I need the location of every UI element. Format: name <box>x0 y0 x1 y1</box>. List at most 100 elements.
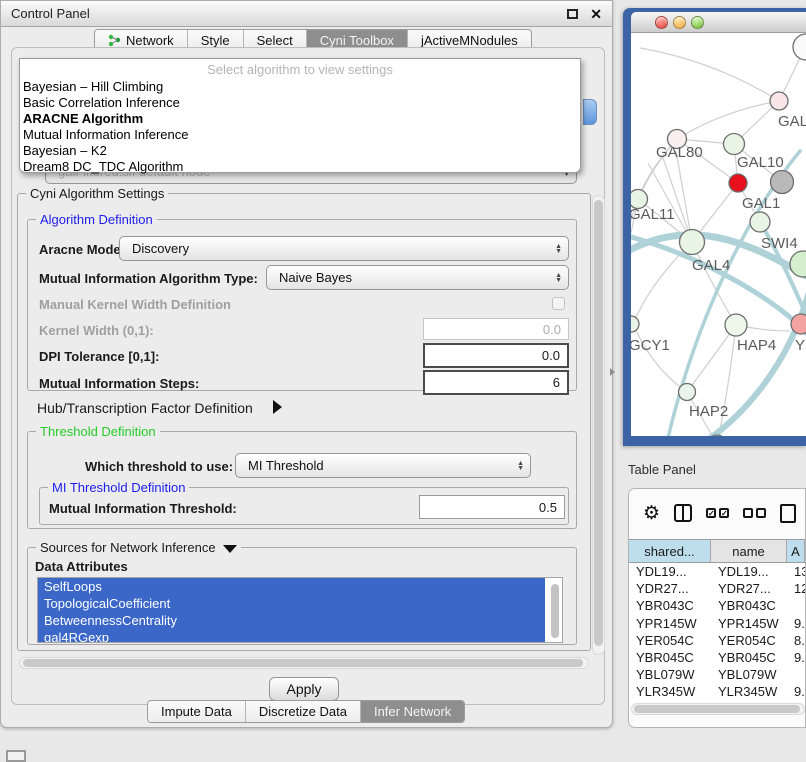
network-icon <box>108 34 121 47</box>
network-view-window[interactable]: GAL GAL80 GAL10 GAL1 GAL11 SWI4 GAL4 GCY… <box>623 8 806 446</box>
mi-steps-field[interactable]: 6 <box>423 370 569 395</box>
document-icon[interactable] <box>780 504 796 523</box>
combo-stepper-icon: ▲▼ <box>555 273 562 283</box>
dropdown-item-aracne[interactable]: ARACNE Algorithm <box>20 111 580 127</box>
control-panel-title: Control Panel <box>11 6 90 21</box>
hub-definition-label[interactable]: Hub/Transcription Factor Definition <box>37 400 253 416</box>
node-swi4[interactable] <box>750 212 770 232</box>
node-gcy1[interactable] <box>631 316 639 332</box>
data-attributes-list[interactable]: SelfLoops TopologicalCoefficient Between… <box>37 577 563 643</box>
hidden-combo-stepper <box>583 99 597 125</box>
dropdown-item-bayesian-k2[interactable]: Bayesian – K2 <box>20 143 580 159</box>
checked-pair-icon[interactable]: ✓✓ <box>706 508 729 518</box>
node-gal1-selected[interactable] <box>729 174 747 192</box>
network-canvas[interactable]: GAL GAL80 GAL10 GAL1 GAL11 SWI4 GAL4 GCY… <box>631 33 806 436</box>
tab-infer-network[interactable]: Infer Network <box>361 701 464 722</box>
which-threshold-label: Which threshold to use: <box>85 459 233 474</box>
node-label-swi4: SWI4 <box>761 235 798 252</box>
dropdown-item-bayesian-hill-climbing[interactable]: Bayesian – Hill Climbing <box>20 79 580 95</box>
node-gal4[interactable] <box>680 230 705 255</box>
node-hap2[interactable] <box>679 384 696 401</box>
gear-icon[interactable]: ⚙ <box>643 502 660 525</box>
node-gray[interactable] <box>771 171 794 194</box>
node[interactable] <box>793 34 806 60</box>
column-header-shared[interactable]: shared... <box>629 540 711 562</box>
table-row[interactable]: YLR345W YLR345W 9. <box>629 683 805 700</box>
cell <box>787 666 805 683</box>
tab-discretize-data[interactable]: Discretize Data <box>246 701 361 722</box>
close-icon[interactable]: ✕ <box>590 9 602 19</box>
sources-collapse-arrow-icon[interactable] <box>223 545 237 553</box>
mi-type-combobox[interactable]: Naive Bayes ▲▼ <box>266 265 569 290</box>
settings-hscroll-thumb[interactable] <box>23 659 583 667</box>
column-header-clipped[interactable]: A <box>787 540 805 562</box>
zoom-traffic-light-icon[interactable] <box>691 16 704 29</box>
cell: YBR043C <box>629 597 711 614</box>
dropdown-item-mutual-information[interactable]: Mutual Information Inference <box>20 127 580 143</box>
cell: YLR345W <box>629 683 711 700</box>
table-row[interactable]: YBR043C YBR043C <box>629 597 805 614</box>
node[interactable] <box>770 92 788 110</box>
minimized-panel-button[interactable] <box>6 750 26 762</box>
table-row[interactable]: YBR045C YBR045C 9. <box>629 649 805 666</box>
table-panel: ⚙ ✓✓ shared... name A YDL19... YDL19... … <box>628 488 806 728</box>
manual-kernel-checkbox[interactable] <box>552 297 565 310</box>
hub-expand-arrow-icon[interactable] <box>273 400 282 414</box>
table-row[interactable]: YBL079W YBL079W <box>629 666 805 683</box>
splitter-handle-icon[interactable] <box>610 368 615 376</box>
close-traffic-light-icon[interactable] <box>655 16 668 29</box>
mi-threshold-label: Mutual Information Threshold: <box>49 501 237 516</box>
dropdown-item-dream8[interactable]: Dream8 DC_TDC Algorithm <box>20 159 580 175</box>
settings-vscroll-thumb[interactable] <box>594 200 603 646</box>
network-graph: GAL GAL80 GAL10 GAL1 GAL11 SWI4 GAL4 GCY… <box>631 33 806 436</box>
aracne-mode-combobox[interactable]: Discovery ▲▼ <box>119 236 569 261</box>
algorithm-dropdown-list: Select algorithm to view settings Bayesi… <box>19 58 581 173</box>
node[interactable] <box>790 251 806 277</box>
table-hscroll-thumb[interactable] <box>634 705 800 713</box>
list-item[interactable]: TopologicalCoefficient <box>38 595 545 612</box>
dpi-tolerance-field[interactable]: 0.0 <box>423 343 569 368</box>
control-panel-titlebar[interactable]: Control Panel ✕ <box>1 1 612 27</box>
list-item[interactable]: BetweennessCentrality <box>38 612 545 629</box>
node-hap4[interactable] <box>725 314 747 336</box>
settings-vscroll-track[interactable] <box>592 195 605 655</box>
tab-impute-data-label: Impute Data <box>161 704 232 719</box>
tab-impute-data[interactable]: Impute Data <box>148 701 246 722</box>
settings-hscroll-track[interactable] <box>19 657 589 669</box>
unchecked-pair-icon[interactable] <box>743 508 766 518</box>
network-window-titlebar[interactable] <box>631 12 806 33</box>
cell: 13 <box>787 563 805 580</box>
table-row[interactable]: YER054C YER054C 8. <box>629 632 805 649</box>
node-label-gal1: GAL1 <box>742 195 780 212</box>
bottom-tabbar: Impute Data Discretize Data Infer Networ… <box>147 700 465 723</box>
minimize-traffic-light-icon[interactable] <box>673 16 686 29</box>
table-row[interactable]: YDR27... YDR27... 12 <box>629 580 805 597</box>
tab-infer-network-label: Infer Network <box>374 704 451 719</box>
apply-button[interactable]: Apply <box>269 677 339 701</box>
cell: 8. <box>787 632 805 649</box>
table-body: YDL19... YDL19... 13 YDR27... YDR27... 1… <box>629 563 805 703</box>
cell: YPR145W <box>711 615 787 632</box>
mi-threshold-field[interactable]: 0.5 <box>419 495 565 519</box>
list-item[interactable]: gal4RGexp <box>38 629 545 643</box>
table-hscroll-track[interactable] <box>631 703 805 715</box>
mi-threshold-definition-title: MI Threshold Definition <box>48 480 189 495</box>
node-gal10[interactable] <box>724 134 745 155</box>
column-header-name[interactable]: name <box>711 540 787 562</box>
cell: YDL19... <box>629 563 711 580</box>
sources-title: Sources for Network Inference <box>36 540 241 555</box>
mi-type-value: Naive Bayes <box>279 270 555 285</box>
table-row[interactable]: YPR145W YPR145W 9. <box>629 615 805 632</box>
tab-jactivemnodules-label: jActiveMNodules <box>421 33 518 48</box>
tab-select-label: Select <box>257 33 293 48</box>
node-salmon[interactable] <box>791 314 806 334</box>
table-row[interactable]: YDL19... YDL19... 13 <box>629 563 805 580</box>
kernel-width-field[interactable]: 0.0 <box>423 318 569 340</box>
which-threshold-combobox[interactable]: MI Threshold ▲▼ <box>235 453 531 478</box>
dropdown-item-basic-correlation[interactable]: Basic Correlation Inference <box>20 95 580 111</box>
split-columns-icon[interactable] <box>674 504 692 522</box>
aracne-mode-label: Aracne Mode: <box>39 242 125 257</box>
float-window-icon[interactable] <box>567 9 578 19</box>
list-vscroll-thumb[interactable] <box>551 584 559 638</box>
list-item[interactable]: SelfLoops <box>38 578 545 595</box>
